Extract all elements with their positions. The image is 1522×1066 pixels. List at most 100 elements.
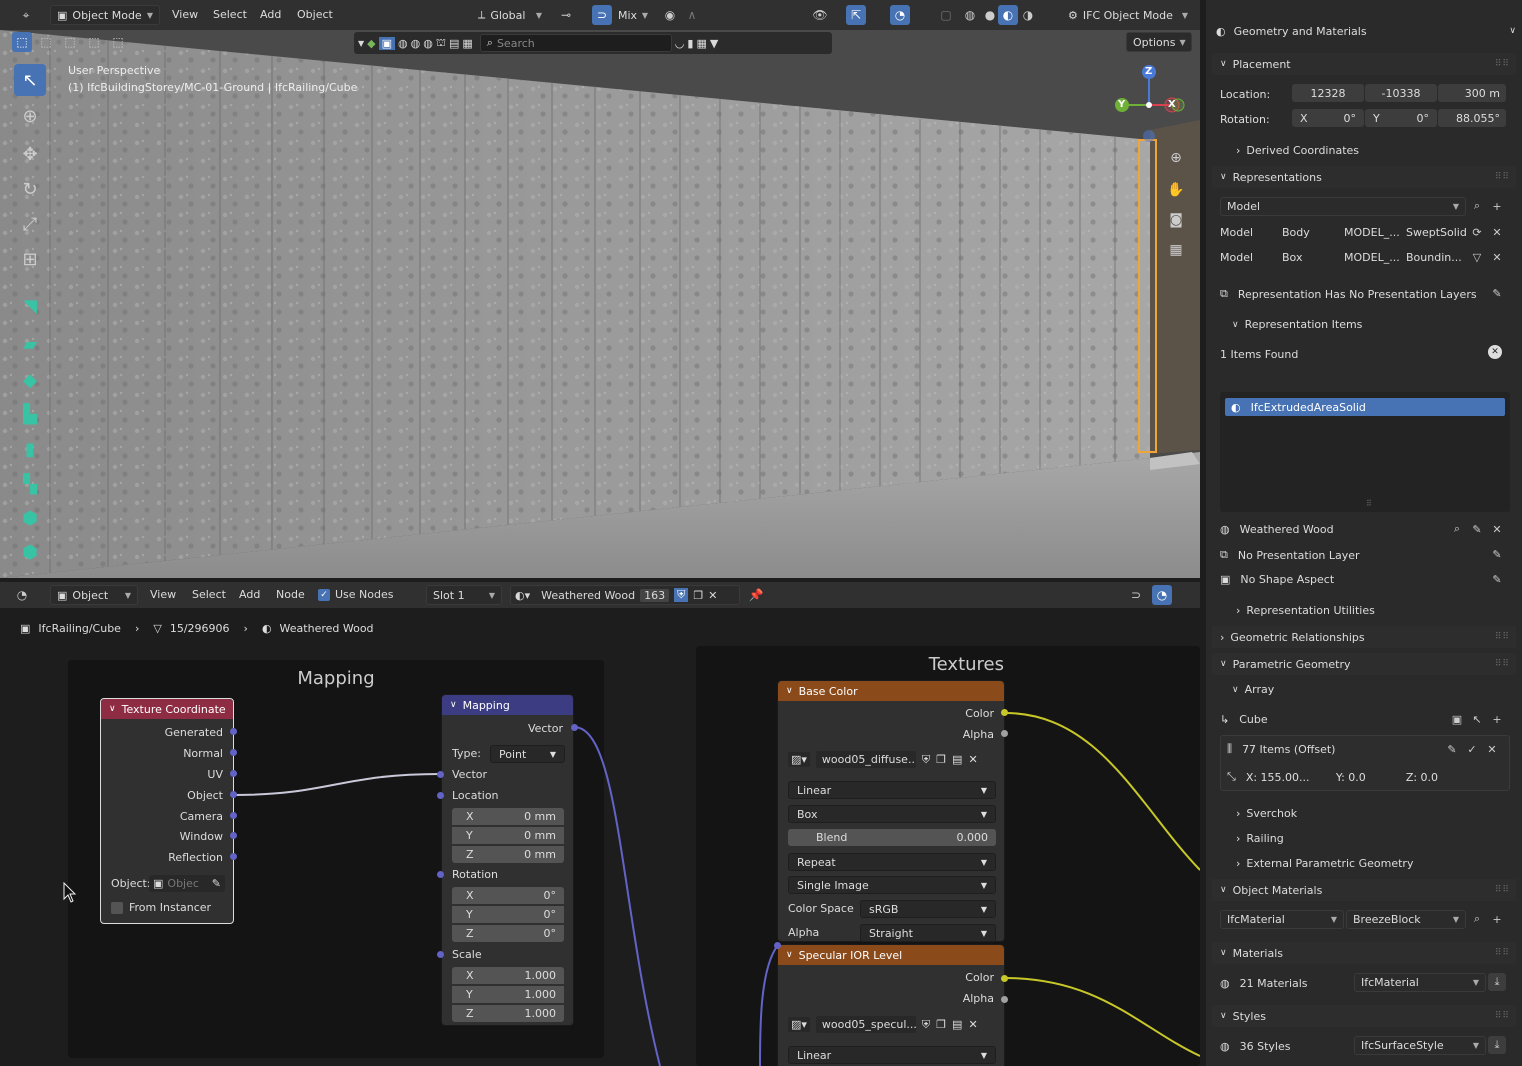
- shader-editor-icon[interactable]: ◔: [12, 585, 32, 605]
- projection-dropdown[interactable]: Box ▼: [788, 805, 996, 823]
- socket-object[interactable]: [230, 791, 237, 798]
- alpha-mode-dropdown[interactable]: Straight ▼: [860, 924, 996, 942]
- material-name-dropdown[interactable]: BreezeBlock ▼: [1346, 910, 1466, 929]
- image-selector[interactable]: ▨▾ wood05_specul... ⛨ ❐ ▤ ✕: [788, 1016, 978, 1033]
- fake-user-shield-icon[interactable]: ⛨: [674, 588, 689, 602]
- scale-x-field[interactable]: X 1.000: [452, 967, 564, 984]
- subsection-representation-items[interactable]: ∨ Representation Items: [1232, 318, 1362, 331]
- pivot-icon[interactable]: ⊸: [556, 5, 576, 25]
- stair-tool-icon[interactable]: ▚: [14, 468, 46, 500]
- socket-window[interactable]: [230, 832, 237, 839]
- scale-y-field[interactable]: Y 1.000: [452, 986, 564, 1003]
- visibility-icon[interactable]: 👁: [810, 5, 830, 25]
- select-invert-icon[interactable]: ⬚: [84, 32, 104, 52]
- editor-context-dropdown[interactable]: ▣ Object ▼: [50, 585, 138, 605]
- duplicate-icon[interactable]: ❐: [693, 589, 703, 602]
- chevron-down-icon[interactable]: ▼: [358, 39, 364, 48]
- eyedropper-icon[interactable]: ✎: [212, 877, 221, 890]
- socket-mapping-scale[interactable]: [437, 951, 444, 958]
- filter-mode-icon[interactable]: ◡: [675, 37, 685, 50]
- ifc-search-input[interactable]: ⌕ Search: [479, 34, 672, 52]
- socket-uv[interactable]: [230, 770, 237, 777]
- location-y-field[interactable]: Y 0 mm: [452, 827, 564, 844]
- location-x-field[interactable]: 12328: [1292, 84, 1364, 102]
- section-styles[interactable]: ∨ Styles ⠿⠿: [1212, 1005, 1516, 1027]
- source-dropdown[interactable]: Single Image ▼: [788, 876, 996, 894]
- location-x-field[interactable]: X 0 mm: [452, 808, 564, 825]
- location-z-field[interactable]: Z 0 mm: [452, 846, 564, 863]
- material-type-dropdown[interactable]: IfcMaterial ▼: [1220, 910, 1344, 929]
- unlink-close-icon[interactable]: ✕: [708, 589, 717, 602]
- menu-add[interactable]: Add: [260, 8, 281, 21]
- from-instancer-toggle[interactable]: From Instancer: [111, 901, 211, 914]
- blend-field[interactable]: Blend 0.000: [788, 829, 996, 846]
- mode-dropdown[interactable]: ▣ Object Mode ▼: [50, 5, 160, 25]
- node-menu-select[interactable]: Select: [192, 588, 226, 601]
- layout-icon[interactable]: ▦: [696, 37, 706, 50]
- object-picker-field[interactable]: ▣ Objec ✎: [149, 875, 225, 892]
- interpolation-dropdown[interactable]: Linear ▼: [788, 1046, 996, 1064]
- section-parametric-geometry[interactable]: ∨ Parametric Geometry ⠿⠿: [1212, 653, 1516, 675]
- move-tool-icon[interactable]: ✥: [14, 138, 46, 170]
- orientation-dropdown[interactable]: ⟂ Global ▼: [472, 5, 548, 25]
- node-mapping[interactable]: ∨ Mapping Vector Type: Point ▼ Vector Loca…: [441, 694, 574, 1026]
- select-box-icon[interactable]: ⬚: [12, 32, 32, 52]
- node-menu-add[interactable]: Add: [239, 588, 260, 601]
- clear-circle-icon[interactable]: ✕: [1488, 345, 1502, 359]
- filter-door-icon[interactable]: ◍: [423, 37, 433, 50]
- node-base-color[interactable]: ∨ Base Color Color Alpha ▨▾ wood05_diffus…: [777, 680, 1005, 942]
- filter-wall-icon[interactable]: ◍: [398, 37, 408, 50]
- bookmark-icon[interactable]: ▮: [687, 37, 693, 50]
- edit-pencil-icon[interactable]: ✎: [1468, 520, 1486, 538]
- material-shading-icon[interactable]: ◐: [998, 5, 1018, 25]
- import-icon[interactable]: ⤓: [1488, 1036, 1506, 1054]
- use-nodes-toggle[interactable]: ✓ Use Nodes: [318, 588, 394, 601]
- socket-camera[interactable]: [230, 812, 237, 819]
- node-texture-coordinate[interactable]: ∨ Texture Coordinate Generated Normal UV …: [100, 698, 234, 924]
- filter-window-icon[interactable]: ⛫: [436, 36, 446, 51]
- interpolation-dropdown[interactable]: Linear ▼: [788, 781, 996, 799]
- node-specular-ior[interactable]: ∨ Specular IOR Level Color Alpha ▨▾ wood0…: [777, 944, 1005, 1066]
- xray-icon[interactable]: ▢: [936, 5, 956, 25]
- gizmo-icon[interactable]: ⇱: [846, 5, 866, 25]
- section-materials[interactable]: ∨ Materials ⠿⠿: [1212, 942, 1516, 964]
- select-tool-icon[interactable]: ↖: [14, 64, 46, 96]
- scale-tool-icon[interactable]: ⤢: [14, 208, 46, 240]
- snap-icon[interactable]: ⊃: [592, 5, 612, 25]
- node-header[interactable]: ∨ Base Color: [778, 681, 1004, 701]
- socket-mapping-rotation[interactable]: [437, 871, 444, 878]
- image-browse-icon[interactable]: ▨▾: [788, 752, 810, 767]
- wireframe-shading-icon[interactable]: ◍: [960, 5, 980, 25]
- open-image-icon[interactable]: ▤: [952, 1018, 962, 1031]
- slot-dropdown[interactable]: Slot 1 ▼: [426, 585, 502, 605]
- unlink-close-icon[interactable]: ✕: [968, 753, 977, 766]
- location-y-field[interactable]: -10338: [1365, 84, 1437, 102]
- socket-mapping-out-vector[interactable]: [571, 724, 578, 731]
- node-header[interactable]: ∨ Texture Coordinate: [101, 699, 233, 719]
- remove-icon[interactable]: ✕: [1488, 248, 1506, 266]
- search-icon[interactable]: ⌕: [1468, 197, 1486, 215]
- rotation-z-field[interactable]: 88.055°: [1438, 109, 1506, 127]
- remove-icon[interactable]: ✕: [1488, 520, 1506, 538]
- subsection-derived-coordinates[interactable]: › Derived Coordinates: [1236, 144, 1359, 157]
- rotate-tool-icon[interactable]: ↻: [14, 173, 46, 205]
- edit-pencil-icon[interactable]: ✎: [1488, 545, 1506, 563]
- subsection-sverchok[interactable]: › Sverchok: [1236, 807, 1297, 820]
- filter-slab-icon[interactable]: ◍: [411, 37, 421, 50]
- apply-check-icon[interactable]: ✓: [1463, 740, 1481, 758]
- materials-class-dropdown[interactable]: IfcMaterial ▼: [1354, 973, 1486, 992]
- door-tool-icon[interactable]: ▙: [14, 398, 46, 430]
- menu-select[interactable]: Select: [213, 8, 247, 21]
- select-extend-icon[interactable]: ⬚: [36, 32, 56, 52]
- solid-shading-icon[interactable]: ●: [980, 5, 1000, 25]
- socket-mapping-location[interactable]: [437, 792, 444, 799]
- section-representations[interactable]: ∨ Representations ⠿⠿: [1212, 166, 1516, 188]
- material-users-count[interactable]: 163: [640, 588, 670, 602]
- rotation-y-field[interactable]: Y 0°: [1365, 109, 1437, 127]
- pan-hand-icon[interactable]: ✋: [1166, 180, 1186, 200]
- fake-user-icon[interactable]: ⛨: [922, 753, 930, 767]
- node-editor-canvas[interactable]: ▣ IfcRailing/Cube › ▽ 15/296906 › ◐ Weather…: [0, 608, 1200, 1066]
- image-browse-icon[interactable]: ▨▾: [788, 1017, 810, 1032]
- socket-specular-out-alpha[interactable]: [1001, 996, 1008, 1003]
- proportional-edit-icon[interactable]: ◉: [660, 5, 680, 25]
